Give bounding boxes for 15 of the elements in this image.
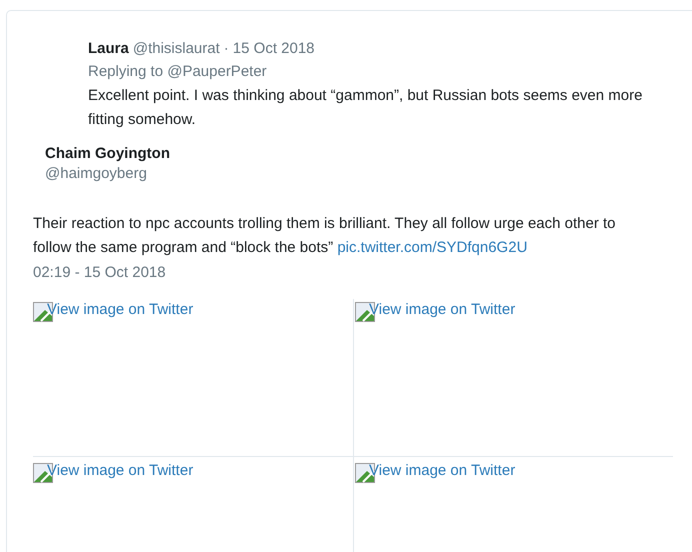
quoted-author-name: Laura: [88, 39, 129, 59]
author-name: Chaim Goyington: [45, 144, 170, 164]
author-handle: @haimgoyberg: [45, 164, 147, 184]
replying-to: Replying to @PauperPeter: [88, 62, 268, 82]
image-alt-link[interactable]: View image on Twitter: [33, 460, 194, 482]
quoted-date: 15 Oct 2018: [232, 39, 315, 59]
quoted-tweet-text: Excellent point. I was thinking about “gammon”, but Russian bots seems even more fitting somehow.: [88, 86, 644, 130]
tweet-timestamp: 02:19 - 15 Oct 2018: [33, 263, 166, 283]
tweet-text: Their reaction to npc accounts trolling them is brilliant. They all follow urge each other to follow the same program and “block the bots” pic.twitter.com/SYDfqn6G2U: [33, 214, 617, 258]
picture-link[interactable]: pic.twitter.com/SYDfqn6G2U: [337, 239, 528, 256]
image-alt-link[interactable]: View image on Twitter: [355, 299, 516, 322]
separator: ·: [224, 39, 229, 59]
image-alt-link[interactable]: View image on Twitter: [33, 299, 194, 322]
quoted-author-handle: @thisislaurat: [132, 39, 220, 59]
image-alt-link[interactable]: View image on Twitter: [355, 460, 516, 482]
